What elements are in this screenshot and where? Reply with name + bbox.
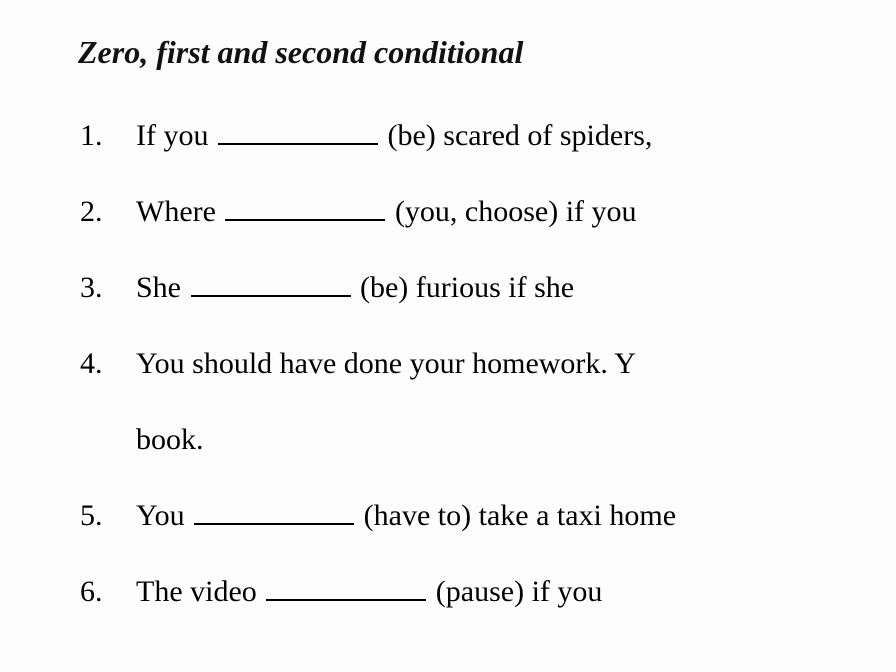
text-pre: She	[136, 271, 189, 304]
text-hint: (you, choose) if you	[395, 195, 637, 228]
exercise-item-3: 3. She (be) furious if she	[78, 267, 896, 309]
exercise-item-1: 1. If you (be) scared of spiders,	[78, 115, 896, 157]
item-number: 2.	[78, 191, 136, 233]
exercise-list: 1. If you (be) scared of spiders, 2. Whe…	[78, 115, 896, 613]
text-hint: (have to) take a taxi home	[364, 499, 676, 532]
exercise-item-2: 2. Where (you, choose) if you	[78, 191, 896, 233]
fill-blank[interactable]	[225, 200, 385, 221]
fill-blank[interactable]	[194, 504, 354, 525]
text-hint: (pause) if you	[436, 575, 603, 608]
item-content: You (have to) take a taxi home	[136, 495, 676, 537]
text-pre: You	[136, 499, 192, 532]
item-content: She (be) furious if she	[136, 267, 574, 309]
item-content-line1: You should have done your homework. Y	[136, 343, 636, 385]
item-content: The video (pause) if you	[136, 571, 602, 613]
item-number: 5.	[78, 495, 136, 537]
item-number: 4.	[78, 343, 136, 385]
text-pre: The video	[136, 575, 264, 608]
item-number: 1.	[78, 115, 136, 157]
text-pre: If you	[136, 119, 216, 152]
exercise-item-5: 5. You (have to) take a taxi home	[78, 495, 896, 537]
text-hint: (be) furious if she	[360, 271, 574, 304]
item-content: Where (you, choose) if you	[136, 191, 637, 233]
exercise-item-4: 4. You should have done your homework. Y…	[78, 343, 896, 461]
fill-blank[interactable]	[266, 580, 426, 601]
fill-blank[interactable]	[218, 124, 378, 145]
exercise-item-6: 6. The video (pause) if you	[78, 571, 896, 613]
text-hint: (be) scared of spiders,	[387, 119, 652, 152]
item-number: 3.	[78, 267, 136, 309]
item-number: 6.	[78, 571, 136, 613]
item-content-line2: book.	[136, 419, 204, 461]
text-pre: Where	[136, 195, 223, 228]
worksheet-title: Zero, first and second conditional	[78, 34, 896, 71]
fill-blank[interactable]	[191, 276, 351, 297]
item-content: If you (be) scared of spiders,	[136, 115, 652, 157]
